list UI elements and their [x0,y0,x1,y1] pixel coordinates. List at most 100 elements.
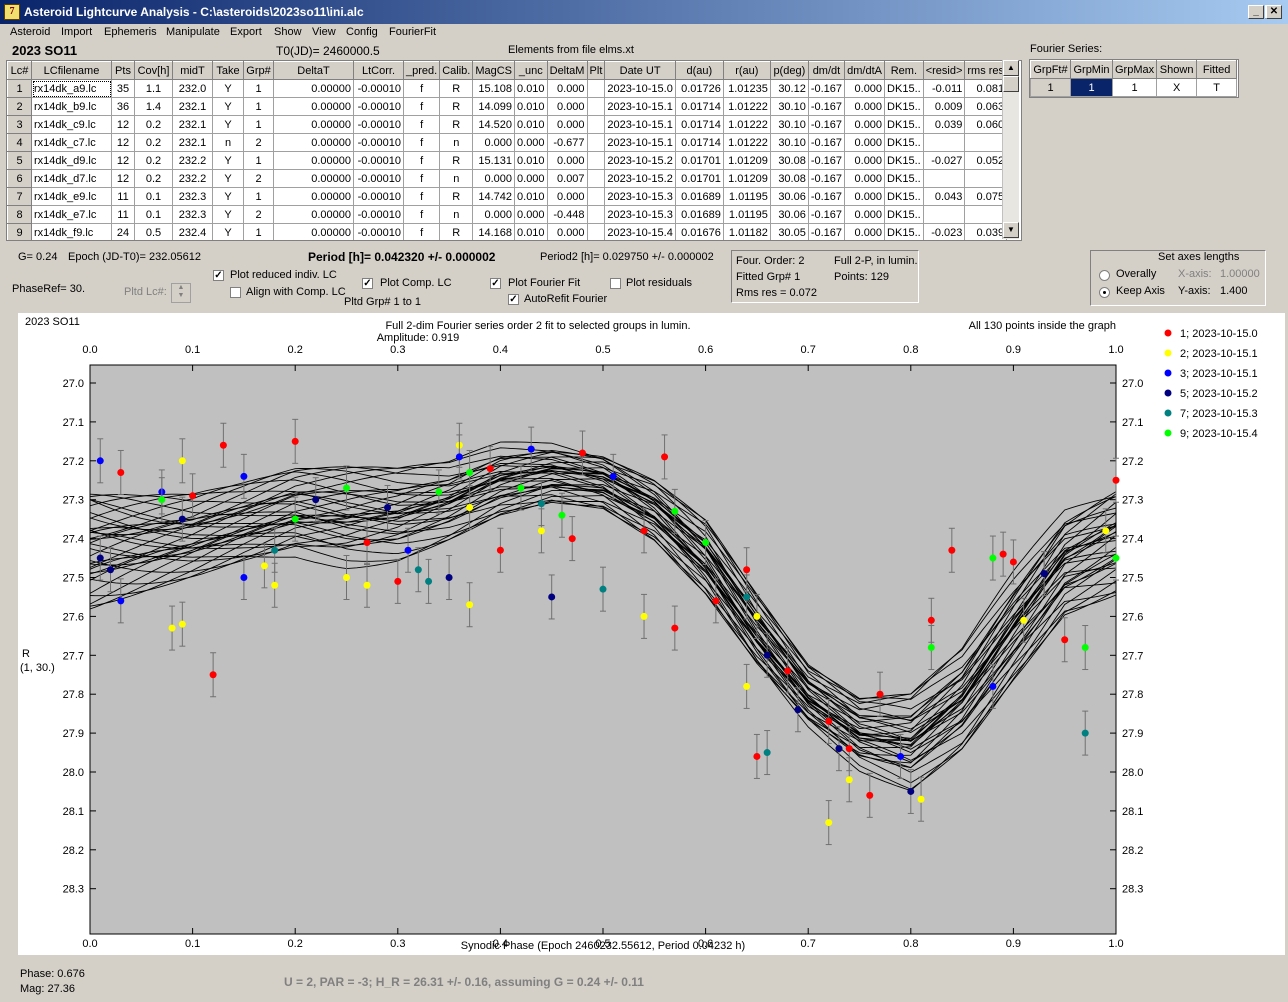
table-cell[interactable]: 0.000 [546,223,588,240]
fs-cell-fitted[interactable]: T [1196,78,1238,97]
table-cell[interactable]: 1 [243,187,274,206]
table-cell[interactable]: rx14dk_c7.lc [31,133,112,152]
table-cell[interactable]: -0.167 [807,79,846,98]
table-cell[interactable]: 0.000 [514,205,548,224]
col-header[interactable]: r(au) [722,61,771,80]
table-cell[interactable]: 0.000 [546,115,588,134]
table-cell[interactable]: 15.131 [472,151,516,170]
table-cell[interactable]: 12 [111,169,135,188]
table-cell[interactable]: 0.000 [514,133,548,152]
table-cell[interactable]: 2023-10-15.1 [604,133,676,152]
table-cell[interactable]: -0.00010 [353,115,404,134]
table-scrollbar[interactable]: ▲ ▼ [1002,60,1019,239]
table-cell[interactable]: 0.000 [844,205,886,224]
table-cell[interactable]: 1.1 [134,79,173,98]
chart-svg[interactable]: 0.00.00.10.10.20.20.30.30.40.40.50.50.60… [18,313,1285,955]
row-number[interactable]: 8 [7,205,32,224]
table-cell[interactable]: -0.167 [807,205,846,224]
table-cell[interactable]: -0.00010 [353,205,404,224]
table-cell[interactable]: 0.000 [844,169,886,188]
table-cell[interactable] [586,97,606,116]
table-cell[interactable]: 0.052 [964,151,1008,170]
table-cell[interactable]: R [439,187,474,206]
table-cell[interactable]: 15.108 [472,79,516,98]
table-cell[interactable]: 0.000 [546,97,588,116]
col-header[interactable]: midT [172,61,213,80]
table-cell[interactable]: 12 [111,133,135,152]
table-cell[interactable]: 0.2 [134,151,173,170]
col-header[interactable]: d(au) [674,61,724,80]
table-cell[interactable]: 30.08 [769,169,809,188]
col-header[interactable]: MagCS [472,61,516,80]
table-cell[interactable]: 1.01182 [722,223,771,240]
scroll-up-button[interactable]: ▲ [1003,60,1019,76]
lightcurve-table[interactable]: Lc# LCfilename Pts Cov[h] midT Take Grp# DeltaT… [6,60,1022,241]
table-cell[interactable]: 232.3 [172,187,213,206]
plot-residuals-checkbox[interactable] [610,278,621,289]
col-header[interactable]: <resid> [922,61,966,80]
table-cell[interactable]: 0.000 [472,205,516,224]
fs-cell-grpmin[interactable]: 1 [1070,78,1113,97]
table-cell[interactable]: 0.01714 [674,133,724,152]
table-cell[interactable]: -0.167 [807,169,846,188]
autorefit-checkbox[interactable]: ✓ [508,294,519,305]
fourier-series-table[interactable]: GrpFt# GrpMin GrpMax Shown Fitted 1 1 1 … [1029,59,1239,98]
table-cell[interactable]: 2 [243,169,274,188]
table-cell[interactable]: 11 [111,205,135,224]
table-cell[interactable]: 0.000 [546,79,588,98]
row-number[interactable]: 9 [7,223,32,240]
table-cell[interactable]: 0.00000 [273,223,354,240]
table-cell[interactable]: rx14dk_b9.lc [31,97,112,116]
menu-config[interactable]: Config [346,26,378,38]
table-cell[interactable]: 0.00000 [273,79,354,98]
row-number[interactable]: 2 [7,97,32,116]
table-cell[interactable]: 0.01701 [674,169,724,188]
table-cell[interactable]: 0.063 [964,97,1008,116]
table-cell[interactable]: DK15.. [884,169,924,188]
table-cell[interactable]: 0.043 [922,187,966,206]
col-header[interactable]: Pts [111,61,135,80]
fs-cell-shown[interactable]: X [1156,78,1198,97]
fs-cell-grpmax[interactable]: 1 [1111,78,1158,97]
table-cell[interactable]: 30.06 [769,205,809,224]
table-cell[interactable]: 30.12 [769,79,809,98]
table-cell[interactable]: 1.01222 [722,97,771,116]
table-cell[interactable]: 1.01209 [722,151,771,170]
table-row[interactable]: 8 rx14dk_e7.lc 11 0.1 232.3 Y 2 0.00000 -0.00010… [7,205,1008,224]
table-cell[interactable]: n [439,169,474,188]
table-cell[interactable]: R [439,97,474,116]
table-cell[interactable]: 1.4 [134,97,173,116]
table-cell[interactable]: n [212,133,244,152]
plot-fourier-checkbox[interactable]: ✓ [490,278,501,289]
table-cell[interactable]: 0.1 [134,187,173,206]
table-cell[interactable]: 0.060 [964,115,1008,134]
table-cell[interactable]: 0.081 [964,79,1008,98]
table-row[interactable]: 5 rx14dk_d9.lc 12 0.2 232.2 Y 1 0.00000 -0.00010… [7,151,1008,170]
table-cell[interactable]: 0.00000 [273,187,354,206]
table-cell[interactable]: 0.075 [964,187,1008,206]
table-cell[interactable]: 2023-10-15.1 [604,115,676,134]
table-cell[interactable]: 0.007 [546,169,588,188]
table-cell[interactable]: 2023-10-15.4 [604,223,676,240]
table-cell[interactable]: f [402,151,441,170]
table-cell[interactable]: 0.5 [134,223,173,240]
overally-radio[interactable] [1099,270,1110,281]
table-cell[interactable]: 1.01235 [722,79,771,98]
table-cell[interactable]: 0.01714 [674,115,724,134]
table-cell[interactable]: f [402,205,441,224]
table-cell[interactable]: 14.742 [472,187,516,206]
col-header[interactable]: Calib. [439,61,474,80]
table-cell[interactable]: -0.167 [807,97,846,116]
plot-comp-checkbox[interactable]: ✓ [362,278,373,289]
table-cell[interactable]: f [402,97,441,116]
row-number[interactable]: 5 [7,151,32,170]
table-row[interactable]: 6 rx14dk_d7.lc 12 0.2 232.2 Y 2 0.00000 -0.00010… [7,169,1008,188]
table-cell[interactable]: -0.167 [807,223,846,240]
col-header[interactable]: rms res [964,61,1008,80]
table-cell[interactable]: 0.01689 [674,205,724,224]
table-cell[interactable]: DK15.. [884,205,924,224]
close-button[interactable]: ✕ [1266,5,1282,19]
row-number[interactable]: 6 [7,169,32,188]
table-cell[interactable]: 0.000 [844,79,886,98]
table-cell[interactable]: 0.000 [514,169,548,188]
